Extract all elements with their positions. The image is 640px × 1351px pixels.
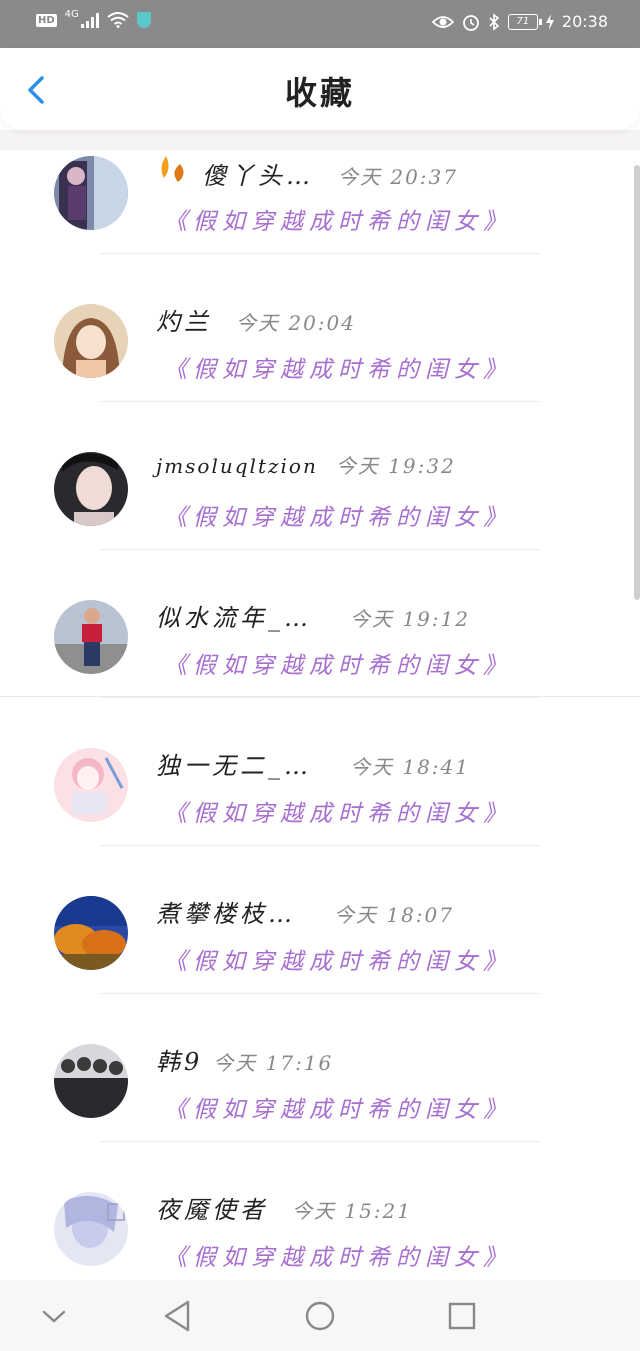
- timestamp: 今天 18:41: [350, 755, 470, 779]
- back-triangle-icon: [164, 1300, 190, 1332]
- divider: [100, 993, 540, 994]
- charging-icon: [545, 13, 554, 30]
- page-title: 收藏: [284, 74, 355, 112]
- section-divider: [0, 696, 640, 697]
- bluetooth-icon: [489, 12, 500, 31]
- book-title[interactable]: 《假如穿越成时希的闺女》: [164, 646, 512, 680]
- clock: 20:38: [561, 12, 608, 31]
- list-item[interactable]: 灼兰 今天 20:04 《假如穿越成时希的闺女》: [0, 298, 640, 446]
- battery-icon: 71: [507, 13, 542, 30]
- avatar[interactable]: [54, 896, 128, 970]
- hd-badge: HD: [36, 13, 57, 27]
- wifi-icon: [107, 12, 129, 28]
- avatar[interactable]: [54, 452, 128, 526]
- back-nav-button[interactable]: [156, 1294, 200, 1338]
- divider: [100, 549, 540, 550]
- timestamp: 今天 15:21: [292, 1199, 412, 1223]
- divider: [100, 253, 540, 254]
- book-title[interactable]: 《假如穿越成时希的闺女》: [164, 1238, 512, 1272]
- header-shadow: [0, 130, 640, 150]
- divider: [100, 697, 540, 698]
- book-title[interactable]: 《假如穿越成时希的闺女》: [164, 202, 512, 236]
- book-title[interactable]: 《假如穿越成时希的闺女》: [164, 498, 512, 532]
- timestamp: 今天 19:12: [350, 607, 470, 631]
- list-item[interactable]: 煮攀楼枝… 今天 18:07 《假如穿越成时希的闺女》: [0, 890, 640, 1038]
- signal-icon: [80, 12, 99, 28]
- avatar[interactable]: [54, 748, 128, 822]
- list-item[interactable]: jmsoluqltzion 今天 19:32 《假如穿越成时希的闺女》: [0, 446, 640, 594]
- list-item[interactable]: 韩9 今天 17:16 《假如穿越成时希的闺女》: [0, 1038, 640, 1186]
- avatar[interactable]: [54, 600, 128, 674]
- home-circle-icon: [305, 1301, 335, 1331]
- shield-icon: [136, 12, 151, 28]
- user-name[interactable]: 灼兰: [156, 302, 212, 337]
- user-name[interactable]: 独一无二_…: [156, 746, 312, 781]
- book-title[interactable]: 《假如穿越成时希的闺女》: [164, 794, 512, 828]
- user-name[interactable]: 韩9: [156, 1042, 203, 1077]
- collapse-down-button[interactable]: [32, 1294, 76, 1338]
- timestamp: 今天 18:07: [334, 903, 454, 927]
- status-bar: HD 4G 71 20:38: [0, 0, 640, 48]
- divider: [100, 401, 540, 402]
- user-name[interactable]: 煮攀楼枝…: [156, 894, 296, 929]
- list-item[interactable]: 似水流年_… 今天 19:12 《假如穿越成时希的闺女》: [0, 594, 640, 742]
- alarm-icon: [462, 14, 479, 31]
- timestamp: 今天 20:37: [338, 165, 458, 189]
- network-type: 4G: [64, 8, 79, 20]
- avatar[interactable]: [54, 1192, 128, 1266]
- user-name[interactable]: 似水流年_…: [156, 598, 312, 633]
- divider: [100, 1141, 540, 1142]
- avatar[interactable]: [54, 156, 128, 230]
- book-title[interactable]: 《假如穿越成时希的闺女》: [164, 942, 512, 976]
- eye-icon: [431, 15, 454, 28]
- timestamp: 今天 17:16: [213, 1051, 334, 1075]
- scrollbar[interactable]: [634, 165, 640, 600]
- leaf-icon: [161, 156, 184, 182]
- avatar[interactable]: [54, 1044, 128, 1118]
- recents-nav-button[interactable]: [440, 1294, 484, 1338]
- collapse-down-icon: [42, 1310, 66, 1323]
- list-item[interactable]: 傻丫头… 今天 20:37 《假如穿越成时希的闺女》: [0, 150, 640, 298]
- user-name[interactable]: 夜魇使者: [156, 1190, 268, 1225]
- user-name[interactable]: jmsoluqltzion: [156, 454, 318, 478]
- list-item[interactable]: 独一无二_… 今天 18:41 《假如穿越成时希的闺女》: [0, 742, 640, 890]
- avatar[interactable]: [54, 304, 128, 378]
- book-title[interactable]: 《假如穿越成时希的闺女》: [164, 350, 512, 384]
- book-title[interactable]: 《假如穿越成时希的闺女》: [164, 1090, 512, 1124]
- recents-square-icon: [448, 1302, 476, 1330]
- app-header: 收藏: [0, 48, 640, 130]
- system-nav-bar: [0, 1280, 640, 1351]
- divider: [100, 845, 540, 846]
- timestamp: 今天 19:32: [335, 454, 456, 478]
- home-nav-button[interactable]: [298, 1294, 342, 1338]
- user-name[interactable]: 傻丫头…: [202, 156, 314, 191]
- timestamp: 今天 20:04: [236, 311, 356, 335]
